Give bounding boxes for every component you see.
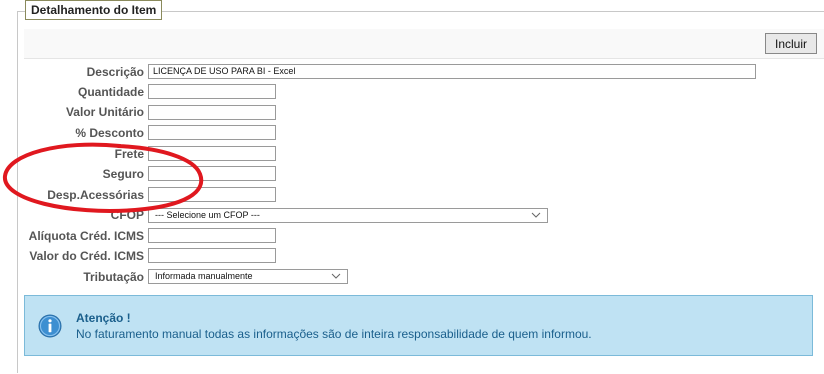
cfop-select[interactable]: --- Selecione um CFOP --- — [148, 208, 548, 223]
label-cfop: CFOP — [110, 208, 144, 222]
descricao-input[interactable]: LICENÇA DE USO PARA BI - Excel — [148, 64, 756, 79]
quantidade-input[interactable] — [148, 84, 276, 99]
label-valor-unitario: Valor Unitário — [65, 105, 144, 119]
desconto-input[interactable] — [148, 125, 276, 140]
desp-acessorias-input[interactable] — [148, 187, 276, 202]
label-valor-icms: Valor do Créd. ICMS — [29, 249, 144, 263]
alert-title: Atenção ! — [76, 311, 131, 325]
seguro-input[interactable] — [148, 166, 276, 181]
label-quantidade: Quantidade — [77, 85, 144, 99]
include-button[interactable]: Incluir — [765, 33, 817, 54]
toolbar — [24, 29, 824, 59]
cfop-selected-value: --- Selecione um CFOP --- — [155, 210, 260, 220]
alert-message: No faturamento manual todas as informaçõ… — [76, 327, 592, 341]
label-tributacao: Tributação — [83, 270, 144, 284]
label-seguro: Seguro — [102, 167, 144, 181]
info-icon — [38, 314, 62, 338]
frete-input[interactable] — [148, 146, 276, 161]
tributacao-select[interactable]: Informada manualmente — [148, 269, 348, 284]
attention-alert: Atenção ! No faturamento manual todas as… — [24, 295, 813, 356]
valor-unitario-input[interactable] — [148, 105, 276, 120]
label-desp-acessorias: Desp.Acessórias — [47, 188, 144, 202]
tributacao-selected-value: Informada manualmente — [155, 271, 253, 281]
label-frete: Frete — [114, 147, 144, 161]
label-desconto: % Desconto — [75, 126, 144, 140]
valor-icms-input[interactable] — [148, 248, 276, 263]
fieldset-legend: Detalhamento do Item — [25, 0, 163, 20]
chevron-down-icon — [331, 273, 341, 279]
chevron-down-icon — [531, 212, 541, 218]
label-aliquota-icms: Alíquota Créd. ICMS — [28, 229, 144, 243]
fieldset-legend-text: Detalhamento do Item — [31, 3, 157, 17]
label-descricao: Descrição — [86, 65, 144, 79]
aliquota-icms-input[interactable] — [148, 228, 276, 243]
